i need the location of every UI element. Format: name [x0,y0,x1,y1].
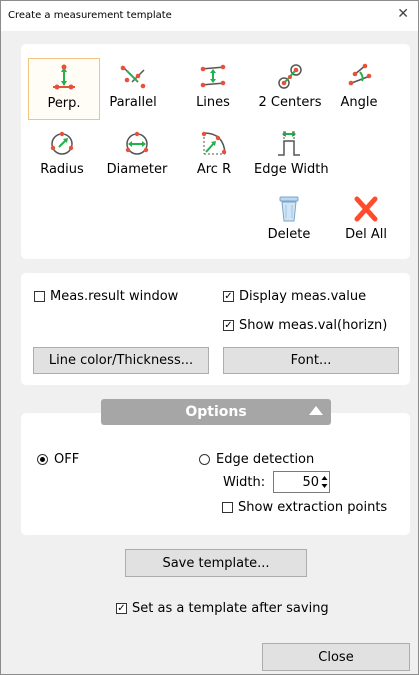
parallel-icon [120,65,146,89]
two-centers-icon [278,64,302,89]
tool-edge-width[interactable]: Edge Width [254,125,329,185]
tool-perpendicular[interactable]: Perp. [28,58,100,120]
radio-button[interactable] [199,454,210,465]
show-extraction-points-checkbox[interactable]: Show extraction points [222,500,387,515]
checkbox-label: Show extraction points [238,500,388,515]
tool-diameter[interactable]: Diameter [102,125,172,185]
diameter-icon [125,131,149,155]
tool-label: Perp. [47,96,81,111]
radius-icon [50,131,74,155]
width-value: 50 [302,475,319,490]
options-panel [21,413,410,535]
radio-label: Edge detection [216,452,315,467]
set-as-template-checkbox[interactable]: ✓ Set as a template after saving [116,601,329,616]
width-label: Width: [223,475,266,490]
tool-label: Lines [196,95,230,110]
edge-detection-radio[interactable]: Edge detection [199,452,314,467]
spin-arrows-icon[interactable] [321,473,328,491]
tool-label: Diameter [106,162,168,177]
meas-result-window-checkbox[interactable]: Meas.result window [34,289,178,304]
delete-button[interactable]: Delete [254,190,324,250]
tool-label: Arc R [196,162,232,177]
width-spinbox[interactable]: 50 [273,471,330,493]
window-title: Create a measurement template [8,10,172,21]
edge-width-icon [278,131,300,156]
angle-icon [348,63,372,86]
tool-label: Angle [340,95,378,110]
lines-icon [200,64,226,88]
checkbox-box[interactable]: ✓ [116,603,127,614]
arc-r-icon [201,131,227,155]
tool-parallel[interactable]: Parallel [98,58,168,118]
options-header[interactable]: Options [101,399,331,425]
close-button[interactable]: Close [262,643,410,671]
radio-label: OFF [54,452,80,467]
checkbox-box[interactable]: ✓ [223,320,234,331]
tool-label: Edge Width [254,162,329,177]
save-template-button[interactable]: Save template... [125,549,307,577]
font-button[interactable]: Font... [223,347,399,374]
checkbox-label: Display meas.value [239,289,367,304]
title-bar: Create a measurement template ✕ [1,1,418,31]
tool-label: Radius [40,162,84,177]
tool-label: Del All [345,227,387,242]
options-title: Options [185,404,247,420]
checkbox-box[interactable] [34,291,45,302]
perpendicular-icon [53,64,75,90]
checkbox-box[interactable] [222,502,233,513]
trash-icon [279,196,299,222]
collapse-caret-icon[interactable] [309,406,323,415]
tool-label: Delete [267,227,311,242]
tool-angle[interactable]: Angle [324,58,394,118]
line-color-thickness-button[interactable]: Line color/Thickness... [33,347,209,374]
checkbox-label: Set as a template after saving [132,601,329,616]
off-radio[interactable]: OFF [37,452,79,467]
dialog-window: Create a measurement template ✕ Perp. Pa… [0,0,419,675]
checkbox-label: Meas.result window [50,289,179,304]
tool-two-centers[interactable]: 2 Centers [255,58,325,118]
tool-label: 2 Centers [258,95,322,110]
checkbox-label: Show meas.val(horizn) [239,318,388,333]
tool-lines[interactable]: Lines [178,58,248,118]
display-meas-value-checkbox[interactable]: ✓ Display meas.value [223,289,366,304]
radio-button[interactable] [37,454,48,465]
tool-label: Parallel [109,95,157,110]
delete-all-button[interactable]: Del All [331,190,401,250]
show-meas-val-horizn-checkbox[interactable]: ✓ Show meas.val(horizn) [223,318,387,333]
tool-arc-r[interactable]: Arc R [179,125,249,185]
tool-radius[interactable]: Radius [27,125,97,185]
checkbox-box[interactable]: ✓ [223,291,234,302]
delete-all-icon [354,196,378,222]
close-icon[interactable]: ✕ [397,7,409,21]
